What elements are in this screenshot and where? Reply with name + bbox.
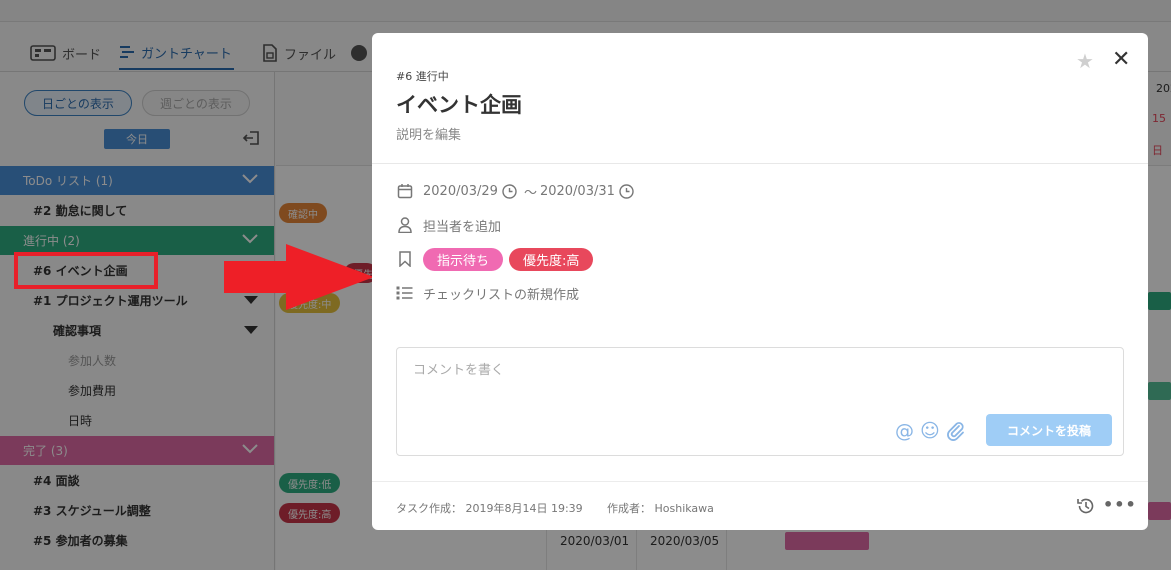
calendar-icon <box>396 183 413 200</box>
star-icon[interactable]: ★ <box>1076 49 1094 73</box>
edit-description-link[interactable]: 説明を編集 <box>396 124 461 143</box>
modal-footer: タスク作成： 2019年8月14日 19:39 作成者： Hoshikawa •… <box>372 481 1148 530</box>
new-checklist-label: チェックリストの新規作成 <box>423 287 580 303</box>
comment-input[interactable] <box>413 360 1013 380</box>
checklist-icon <box>396 285 413 302</box>
annotation-highlight-box <box>14 252 158 289</box>
modal-header: #6 進行中 イベント企画 説明を編集 ★ ✕ <box>372 33 1148 164</box>
checklist-row[interactable]: チェックリストの新規作成 <box>396 282 579 304</box>
attachment-icon[interactable] <box>946 421 966 441</box>
clock-icon <box>619 183 634 199</box>
tags-row[interactable]: 指示待ち 優先度:高 <box>396 247 599 271</box>
close-icon[interactable]: ✕ <box>1112 49 1130 71</box>
person-icon <box>396 217 413 234</box>
task-title[interactable]: イベント企画 <box>396 89 522 119</box>
emoji-icon[interactable]: ☺ <box>920 420 940 442</box>
task-author-info: 作成者： Hoshikawa <box>607 502 714 515</box>
start-date: 2020/03/29 <box>423 183 498 199</box>
task-status: #6 進行中 <box>396 70 449 83</box>
date-range-separator: ～ <box>523 185 537 201</box>
bookmark-icon <box>396 251 413 268</box>
post-comment-button[interactable]: コメントを投稿 <box>986 414 1112 446</box>
assignee-row[interactable]: 担当者を追加 <box>396 214 501 236</box>
history-icon[interactable] <box>1076 496 1096 516</box>
mention-icon[interactable]: @ <box>895 420 914 442</box>
annotation-arrow-icon <box>224 244 374 310</box>
add-assignee-label: 担当者を追加 <box>423 219 502 235</box>
task-created-info: タスク作成： 2019年8月14日 19:39 <box>396 502 583 515</box>
tag-priority-high[interactable]: 優先度:高 <box>509 247 594 271</box>
tag-waiting[interactable]: 指示待ち <box>423 247 504 271</box>
clock-icon <box>502 183 517 199</box>
comment-tools: @ ☺ <box>895 420 966 442</box>
date-range[interactable]: 2020/03/29 ～ 2020/03/31 <box>396 180 638 202</box>
task-detail-modal: #6 進行中 イベント企画 説明を編集 ★ ✕ 2020/03/29 ～ 202… <box>372 33 1148 530</box>
end-date: 2020/03/31 <box>539 183 615 199</box>
comment-box: @ ☺ コメントを投稿 <box>396 347 1124 456</box>
more-options-icon[interactable]: ••• <box>1103 495 1137 514</box>
